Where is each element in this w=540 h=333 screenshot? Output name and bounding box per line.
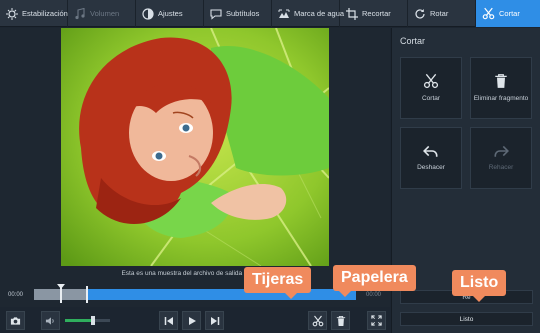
- snapshot-button[interactable]: [6, 311, 25, 330]
- cut-button-label: Cortar: [421, 95, 441, 103]
- tool-label: Estabilización: [22, 9, 68, 18]
- start-time: 00:00: [8, 292, 24, 298]
- cut-button[interactable]: Cortar: [400, 57, 462, 119]
- next-button[interactable]: [205, 311, 224, 330]
- undo-label: Deshacer: [417, 164, 445, 172]
- timeline: 00:00 00:00: [0, 283, 390, 307]
- preview-caption: Esta es una muestra del archivo de salid…: [121, 270, 269, 277]
- redo-label: Rehacer: [488, 164, 514, 172]
- scissors-icon: [312, 315, 323, 326]
- tool-label: Ajustes: [158, 9, 183, 18]
- rotate-icon: [415, 8, 425, 19]
- music-note-icon: [75, 7, 85, 19]
- stabilization-icon: [6, 7, 18, 20]
- callout-done: Listo: [452, 270, 507, 302]
- undo-icon: [423, 146, 438, 157]
- playback-controls: [0, 308, 390, 333]
- tool-stabilization[interactable]: Estabilización: [0, 0, 68, 27]
- redo-button[interactable]: Rehacer: [470, 127, 532, 189]
- tool-watermark[interactable]: Marca de agua: [272, 0, 344, 27]
- volume-level: [65, 319, 93, 322]
- panel-title: Cortar: [400, 36, 426, 46]
- undo-button[interactable]: Deshacer: [400, 127, 462, 189]
- contrast-icon: [142, 7, 154, 20]
- delete-fragment-button[interactable]: Eliminar fragmento: [470, 57, 532, 119]
- tool-volume[interactable]: Volumen: [68, 0, 136, 27]
- preview-image: [61, 28, 329, 266]
- volume-slider[interactable]: [65, 316, 110, 325]
- volume-handle[interactable]: [91, 316, 95, 325]
- camera-icon: [10, 316, 21, 325]
- end-time: 00:00: [366, 292, 382, 298]
- scissors-button[interactable]: [308, 311, 327, 330]
- scissors-icon: [423, 74, 439, 89]
- skip-back-icon: [164, 316, 173, 325]
- crop-icon: [346, 7, 358, 20]
- timeline-segment[interactable]: [88, 289, 356, 300]
- callout-scissors: Tijeras: [244, 267, 312, 299]
- done-button[interactable]: Listo: [400, 312, 533, 326]
- tool-label: Rotar: [430, 9, 449, 18]
- skip-forward-icon: [210, 316, 219, 325]
- play-button[interactable]: [182, 311, 201, 330]
- trash-icon: [495, 74, 507, 89]
- fullscreen-button[interactable]: [367, 311, 386, 330]
- tool-rotate[interactable]: Rotar: [408, 0, 476, 27]
- tool-adjustments[interactable]: Ajustes: [136, 0, 204, 27]
- video-preview: Esta es una muestra del archivo de salid…: [0, 28, 390, 283]
- watermark-icon: [278, 9, 290, 18]
- trash-icon: [336, 315, 345, 326]
- mute-button[interactable]: [41, 311, 60, 330]
- done-label: Listo: [459, 315, 474, 323]
- delete-fragment-label: Eliminar fragmento: [473, 95, 529, 103]
- tool-label: Cortar: [499, 9, 520, 18]
- speech-bubble-icon: [210, 8, 222, 20]
- segment-marker[interactable]: [86, 286, 88, 303]
- scissors-icon: [482, 7, 495, 20]
- toolbar: Estabilización Volumen Ajustes Subtítulo…: [0, 0, 540, 27]
- play-icon: [188, 316, 196, 325]
- tool-subtitles[interactable]: Subtítulos: [204, 0, 272, 27]
- redo-icon: [494, 146, 509, 157]
- fullscreen-icon: [371, 315, 382, 326]
- playhead[interactable]: [60, 286, 62, 303]
- tool-cut[interactable]: Cortar: [476, 0, 540, 27]
- previous-button[interactable]: [159, 311, 178, 330]
- tool-label: Subtítulos: [226, 9, 260, 18]
- tool-crop[interactable]: Recortar: [340, 0, 408, 27]
- trash-button[interactable]: [331, 311, 350, 330]
- callout-trash: Papelera: [333, 265, 416, 297]
- tool-label: Recortar: [362, 9, 391, 18]
- speaker-icon: [45, 316, 54, 325]
- tool-label: Volumen: [90, 9, 120, 18]
- tool-label: Marca de agua: [294, 9, 345, 18]
